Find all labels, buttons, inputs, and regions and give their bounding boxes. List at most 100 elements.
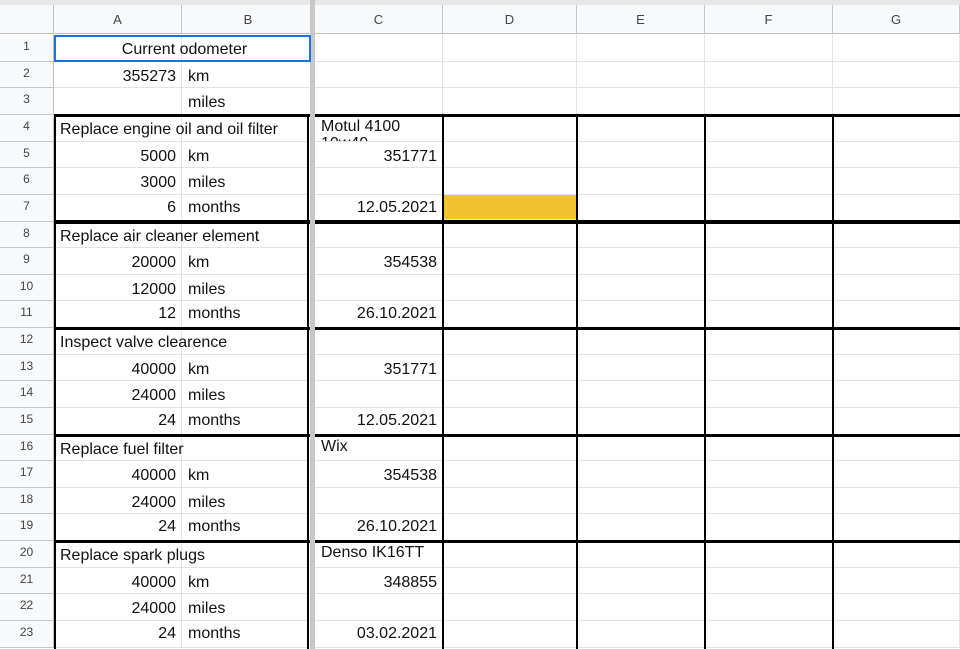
cell-f5[interactable] — [705, 142, 833, 168]
row-header-20[interactable]: 20 — [0, 541, 54, 568]
cell-task-miles-5[interactable]: 24000 — [54, 594, 182, 621]
cell-e19[interactable] — [577, 514, 705, 541]
cell-e9[interactable] — [577, 248, 705, 275]
cell-g1[interactable] — [833, 35, 960, 62]
cell-d11[interactable] — [443, 301, 577, 328]
cell-task-brand-2[interactable] — [315, 222, 443, 248]
row-header-2[interactable]: 2 — [0, 62, 54, 88]
cell-e15[interactable] — [577, 408, 705, 435]
cell-unit-miles-4[interactable]: miles — [182, 488, 315, 514]
cell-task-months-1[interactable]: 6 — [54, 195, 182, 222]
cell-unit-months-4[interactable]: months — [182, 514, 315, 541]
cell-unit-km-3[interactable]: km — [182, 355, 315, 381]
cell-d21[interactable] — [443, 568, 577, 594]
cell-task-last-date-5[interactable]: 03.02.2021 — [315, 621, 443, 648]
cell-e2[interactable] — [577, 62, 705, 88]
cell-e21[interactable] — [577, 568, 705, 594]
cell-c14[interactable] — [315, 381, 443, 408]
cell-task-months-3[interactable]: 24 — [54, 408, 182, 435]
cell-task-brand-5[interactable]: Denso IK16TT — [315, 541, 443, 568]
cell-c2[interactable] — [315, 62, 443, 88]
cell-g3[interactable] — [833, 88, 960, 115]
cell-f6[interactable] — [705, 168, 833, 195]
cell-f22[interactable] — [705, 594, 833, 621]
row-header-5[interactable]: 5 — [0, 142, 54, 168]
cell-f2[interactable] — [705, 62, 833, 88]
cell-g4[interactable] — [833, 115, 960, 142]
cell-unit-miles-1[interactable]: miles — [182, 168, 315, 195]
cell-e1[interactable] — [577, 35, 705, 62]
cell-d18[interactable] — [443, 488, 577, 514]
cell-task-km-1[interactable]: 5000 — [54, 142, 182, 168]
cell-f12[interactable] — [705, 328, 833, 355]
cell-e23[interactable] — [577, 621, 705, 648]
cell-task-title-2[interactable]: Replace air cleaner element — [54, 222, 259, 248]
cell-c18[interactable] — [315, 488, 443, 514]
cell-f13[interactable] — [705, 355, 833, 381]
cell-e4[interactable] — [577, 115, 705, 142]
cell-f8[interactable] — [705, 222, 833, 248]
column-header-d[interactable]: D — [443, 5, 577, 34]
cell-g10[interactable] — [833, 275, 960, 301]
cell-task-months-2[interactable]: 12 — [54, 301, 182, 328]
row-header-19[interactable]: 19 — [0, 514, 54, 541]
cell-task-miles-3[interactable]: 24000 — [54, 381, 182, 408]
cell-e22[interactable] — [577, 594, 705, 621]
cell-task-last-km-1[interactable]: 351771 — [315, 142, 443, 168]
cell-task-miles-1[interactable]: 3000 — [54, 168, 182, 195]
cell-b16[interactable] — [182, 435, 315, 461]
cell-f19[interactable] — [705, 514, 833, 541]
cell-task-last-date-4[interactable]: 26.10.2021 — [315, 514, 443, 541]
row-header-18[interactable]: 18 — [0, 488, 54, 514]
cell-task-title-5[interactable]: Replace spark plugs — [54, 541, 205, 568]
cell-f21[interactable] — [705, 568, 833, 594]
cell-g2[interactable] — [833, 62, 960, 88]
cell-unit-miles-2[interactable]: miles — [182, 275, 315, 301]
cell-task-months-4[interactable]: 24 — [54, 514, 182, 541]
cell-c10[interactable] — [315, 275, 443, 301]
cell-unit-km-5[interactable]: km — [182, 568, 315, 594]
cell-g18[interactable] — [833, 488, 960, 514]
cell-task-miles-2[interactable]: 12000 — [54, 275, 182, 301]
cell-d10[interactable] — [443, 275, 577, 301]
cell-task-km-3[interactable]: 40000 — [54, 355, 182, 381]
cell-g15[interactable] — [833, 408, 960, 435]
cell-d3[interactable] — [443, 88, 577, 115]
cell-e20[interactable] — [577, 541, 705, 568]
cell-f18[interactable] — [705, 488, 833, 514]
cell-e8[interactable] — [577, 222, 705, 248]
cell-odometer-value[interactable]: 355273 — [54, 62, 182, 88]
cell-unit-km-4[interactable]: km — [182, 461, 315, 488]
column-header-c[interactable]: C — [315, 5, 443, 34]
cell-d9[interactable] — [443, 248, 577, 275]
cell-e18[interactable] — [577, 488, 705, 514]
cell-unit-months-2[interactable]: months — [182, 301, 315, 328]
cell-f23[interactable] — [705, 621, 833, 648]
cell-task-km-2[interactable]: 20000 — [54, 248, 182, 275]
frozen-column-divider[interactable] — [310, 0, 315, 649]
cell-e10[interactable] — [577, 275, 705, 301]
cell-e7[interactable] — [577, 195, 705, 222]
row-header-17[interactable]: 17 — [0, 461, 54, 488]
cell-f10[interactable] — [705, 275, 833, 301]
row-header-12[interactable]: 12 — [0, 328, 54, 355]
cell-f4[interactable] — [705, 115, 833, 142]
row-header-16[interactable]: 16 — [0, 435, 54, 461]
cell-unit-miles-3[interactable]: miles — [182, 381, 315, 408]
cell-f7[interactable] — [705, 195, 833, 222]
cell-e16[interactable] — [577, 435, 705, 461]
cell-d6[interactable] — [443, 168, 577, 195]
cell-c3[interactable] — [315, 88, 443, 115]
row-header-13[interactable]: 13 — [0, 355, 54, 381]
column-header-f[interactable]: F — [705, 5, 833, 34]
cell-f17[interactable] — [705, 461, 833, 488]
cell-task-last-km-5[interactable]: 348855 — [315, 568, 443, 594]
cell-task-brand-3[interactable] — [315, 328, 443, 355]
row-header-3[interactable]: 3 — [0, 88, 54, 115]
cell-g16[interactable] — [833, 435, 960, 461]
cell-g9[interactable] — [833, 248, 960, 275]
row-header-21[interactable]: 21 — [0, 568, 54, 594]
cell-task-title-1[interactable]: Replace engine oil and oil filter — [54, 115, 278, 142]
column-header-e[interactable]: E — [577, 5, 705, 34]
cell-d13[interactable] — [443, 355, 577, 381]
